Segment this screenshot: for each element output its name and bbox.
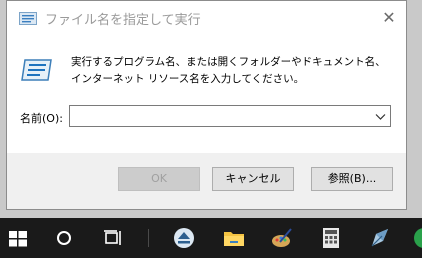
browse-button[interactable]: 参照(B)... — [311, 167, 393, 191]
name-input[interactable] — [70, 106, 373, 126]
dialog-content: 実行するプログラム名、または開くフォルダーやドキュメント名、インターネット リソ… — [7, 35, 406, 153]
run-app-icon — [19, 12, 37, 25]
folder-icon[interactable] — [222, 226, 246, 250]
cancel-button[interactable]: キャンセル — [212, 167, 294, 191]
calculator-icon[interactable] — [319, 226, 343, 250]
run-program-icon — [21, 59, 52, 81]
taskbar — [0, 218, 422, 258]
close-button[interactable]: ✕ — [380, 9, 398, 27]
ok-button[interactable]: OK — [118, 167, 200, 191]
chevron-down-icon[interactable] — [375, 111, 386, 122]
chrome-icon[interactable] — [412, 226, 422, 250]
task-view-icon[interactable] — [101, 226, 125, 250]
taskbar-divider — [148, 229, 149, 247]
description-text: 実行するプログラム名、または開くフォルダーやドキュメント名、インターネット リソ… — [71, 56, 386, 85]
pen-tool-icon[interactable] — [368, 226, 392, 250]
search-circle-icon[interactable] — [52, 226, 76, 250]
windows-start-icon[interactable] — [6, 226, 30, 250]
name-label: 名前(O): — [20, 112, 63, 125]
paint-icon[interactable] — [270, 226, 294, 250]
eject-icon[interactable] — [172, 226, 196, 250]
name-combobox[interactable] — [69, 105, 391, 127]
button-row: OK キャンセル 参照(B)... — [7, 153, 406, 209]
title-bar[interactable]: ファイル名を指定して実行 ✕ — [7, 1, 406, 35]
window-title: ファイル名を指定して実行 — [45, 13, 201, 28]
run-dialog: ファイル名を指定して実行 ✕ 実行するプログラム名、または開くフォルダーやドキュ… — [6, 0, 407, 210]
